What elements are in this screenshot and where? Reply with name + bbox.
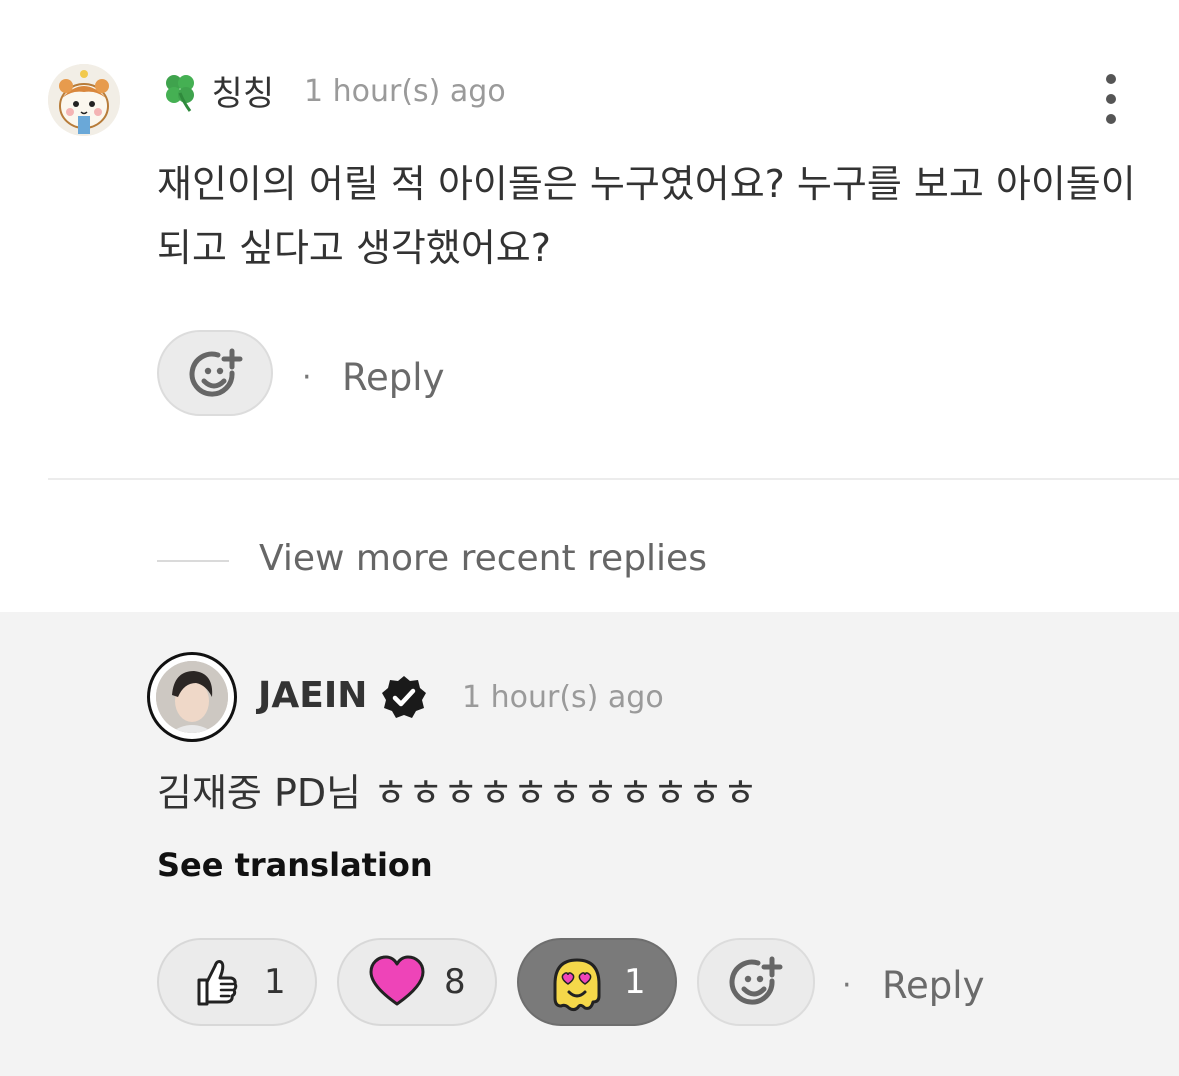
thumbs-up-count: 1 [264,962,286,1002]
add-reaction-button[interactable] [697,938,815,1026]
reaction-melting-button[interactable]: 1 [517,938,677,1026]
reply-button[interactable]: Reply [882,964,984,1007]
reply-author-avatar[interactable] [147,652,237,742]
add-reaction-button[interactable] [157,330,273,416]
comment-text: 재인이의 어릴 적 아이돌은 누구였어요? 누구를 보고 아이돌이 되고 싶다고… [157,162,1136,270]
commenter-avatar[interactable] [48,64,120,136]
reply-author-name[interactable]: JAEIN [258,675,367,716]
commenter-name[interactable]: 칭칭 [158,66,274,115]
more-replies-line [157,560,229,562]
thumbs-up-icon [197,960,238,1006]
verified-badge-icon [380,674,428,722]
see-translation-link[interactable]: See translation [157,846,433,884]
divider [48,478,1179,480]
heart-count: 8 [444,962,466,1002]
reaction-thumbs-up-button[interactable]: 1 [157,938,317,1026]
four-leaf-clover-icon [158,75,212,113]
commenter-name-text: 칭칭 [211,74,275,114]
separator-dot: · [302,360,312,395]
melting-count: 1 [624,962,646,1002]
reply-timestamp: 1 hour(s) ago [462,680,664,715]
melting-heart-eyes-icon [553,958,601,1012]
reaction-heart-button[interactable]: 8 [337,938,497,1026]
separator-dot: · [842,968,852,1003]
view-more-replies-link[interactable]: View more recent replies [259,538,707,579]
add-emoji-icon [729,956,783,1005]
more-options-icon[interactable] [1094,74,1128,124]
reply-text: 김재중 PD님 ㅎㅎㅎㅎㅎㅎㅎㅎㅎㅎㅎ [157,771,758,815]
reply-button[interactable]: Reply [342,356,444,399]
add-emoji-icon [189,348,243,397]
heart-icon [369,955,425,1006]
comment-timestamp: 1 hour(s) ago [304,74,506,109]
